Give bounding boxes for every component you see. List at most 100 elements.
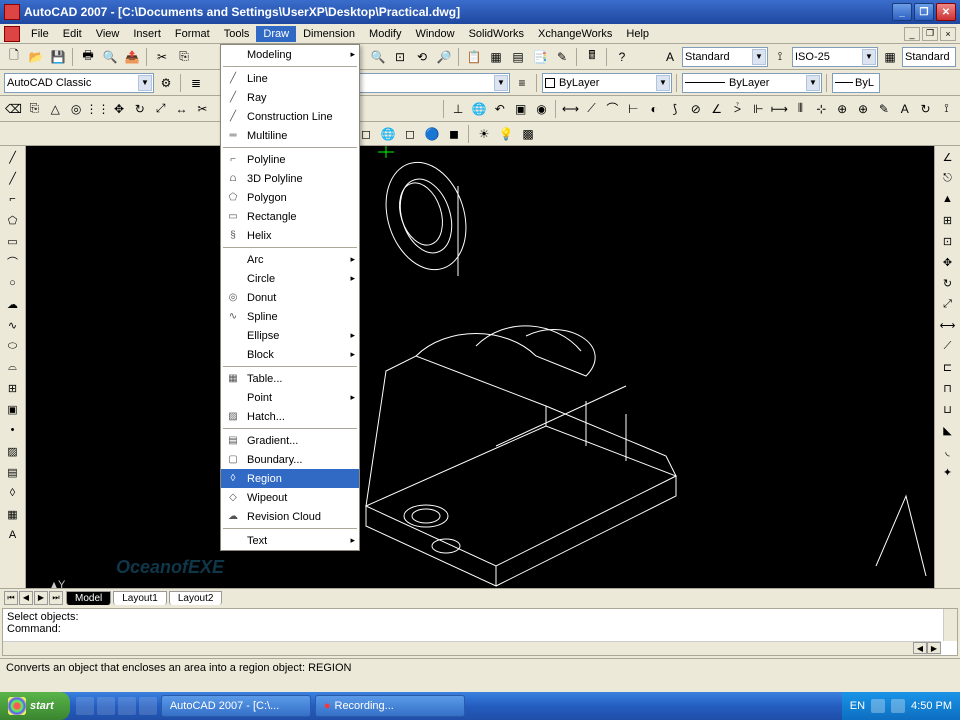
tray-clock[interactable]: 4:50 PM <box>911 700 952 712</box>
menu-xchangeworks[interactable]: XchangeWorks <box>531 26 619 42</box>
mdi-close[interactable]: × <box>940 27 956 41</box>
toolpalettes-icon[interactable]: ▤ <box>508 47 528 67</box>
taskbar-button[interactable]: Recording... <box>315 695 465 717</box>
draw-menu-polyline[interactable]: ⌐Polyline <box>221 150 359 169</box>
draw-menu-point[interactable]: Point <box>221 388 359 407</box>
dim-style-icon[interactable]: ⟟ <box>937 99 956 119</box>
dim-cont-icon[interactable]: ⟼ <box>770 99 789 119</box>
chamfer-r-icon[interactable]: ◣ <box>938 421 958 439</box>
open-icon[interactable]: 📂 <box>26 47 46 67</box>
maximize-button[interactable]: ❐ <box>914 3 934 21</box>
dim-quick-icon[interactable]: ⩼ <box>728 99 747 119</box>
tolerance-icon[interactable]: ⊕ <box>833 99 852 119</box>
dim-ord-icon[interactable]: ⊢ <box>624 99 643 119</box>
command-window[interactable]: Select objects:Command: ◀ ▶ <box>2 608 958 656</box>
ucs-icon[interactable]: ⊥ <box>449 99 468 119</box>
explode-r-icon[interactable]: ✦ <box>938 463 958 481</box>
zoom-previous-icon[interactable]: ⟲ <box>412 47 432 67</box>
cut-icon[interactable]: ✂ <box>152 47 172 67</box>
start-button[interactable]: start <box>0 692 70 720</box>
vs-realistic-icon[interactable]: 🔵 <box>422 124 442 144</box>
mdi-restore[interactable]: ❐ <box>922 27 938 41</box>
zoom-realtime-icon[interactable]: 🔍 <box>368 47 388 67</box>
mirror-r-icon[interactable]: ▲ <box>938 190 958 208</box>
erase-r-icon[interactable]: ∠ <box>938 148 958 166</box>
mtext-icon[interactable]: A <box>3 526 23 544</box>
trim-r-icon[interactable]: ⟋ <box>938 337 958 355</box>
scale-r-icon[interactable]: ⤢ <box>938 295 958 313</box>
scale-icon[interactable]: ⤢ <box>151 99 170 119</box>
draw-menu-multiline[interactable]: ═Multiline <box>221 126 359 145</box>
draw-menu-line[interactable]: ╱Line <box>221 69 359 88</box>
render-icon[interactable]: ☀ <box>474 124 494 144</box>
layer-props-icon[interactable]: ≣ <box>186 73 206 93</box>
draw-menu-gradient-[interactable]: ▤Gradient... <box>221 431 359 450</box>
preview-icon[interactable]: 🔍 <box>100 47 120 67</box>
vs-conceptual-icon[interactable]: ◼ <box>444 124 464 144</box>
ql-media-icon[interactable] <box>118 697 136 715</box>
save-icon[interactable]: 💾 <box>48 47 68 67</box>
erase-icon[interactable]: ⌫ <box>4 99 23 119</box>
menu-solidworks[interactable]: SolidWorks <box>462 26 531 42</box>
workspace-settings-icon[interactable]: ⚙ <box>156 73 176 93</box>
xline-icon[interactable]: ╱ <box>3 169 23 187</box>
draw-menu-arc[interactable]: Arc <box>221 250 359 269</box>
dim-aligned-icon[interactable]: ⟋ <box>582 99 601 119</box>
draw-menu-3d-polyline[interactable]: ⩍3D Polyline <box>221 169 359 188</box>
draw-menu-spline[interactable]: ∿Spline <box>221 307 359 326</box>
layout-tab-layout2[interactable]: Layout2 <box>169 591 223 605</box>
draw-menu-helix[interactable]: §Helix <box>221 226 359 245</box>
centermark-icon[interactable]: ⊕ <box>854 99 873 119</box>
draw-menu-wipeout[interactable]: ◇Wipeout <box>221 488 359 507</box>
cmd-scroll-vertical[interactable] <box>943 609 957 641</box>
dim-rad-icon[interactable]: ◐ <box>645 99 664 119</box>
draw-menu-region[interactable]: ◊Region <box>221 469 359 488</box>
offset-icon[interactable]: ◎ <box>67 99 86 119</box>
rotate-r-icon[interactable]: ↻ <box>938 274 958 292</box>
mdi-minimize[interactable]: _ <box>904 27 920 41</box>
dim-edit-icon[interactable]: ✎ <box>874 99 893 119</box>
tray-lang[interactable]: EN <box>850 700 865 712</box>
lineweight-combo[interactable]: ByLayer▼ <box>682 73 822 93</box>
menu-view[interactable]: View <box>89 26 127 42</box>
layout-tab-layout1[interactable]: Layout1 <box>113 591 167 605</box>
extend-r-icon[interactable]: ⊏ <box>938 358 958 376</box>
move-r-icon[interactable]: ✥ <box>938 253 958 271</box>
dim-arc-icon[interactable]: ⌒ <box>603 99 622 119</box>
cmd-scroll-right[interactable]: ▶ <box>927 642 941 654</box>
textstyle-icon[interactable]: A <box>660 47 680 67</box>
table-icon[interactable]: ▦ <box>3 505 23 523</box>
layer-prev-icon[interactable]: ≡ <box>512 73 532 93</box>
menu-format[interactable]: Format <box>168 26 217 42</box>
dim-update-icon[interactable]: ↻ <box>916 99 935 119</box>
zoom-icon[interactable]: 🔎 <box>434 47 454 67</box>
vs-hidden-icon[interactable]: ◻ <box>400 124 420 144</box>
sheet-icon[interactable]: 📑 <box>530 47 550 67</box>
line-icon[interactable]: ╱ <box>3 148 23 166</box>
point-icon[interactable]: • <box>3 421 23 439</box>
dim-space-icon[interactable]: ⫴ <box>791 99 810 119</box>
copy-icon[interactable]: ⎘ <box>174 47 194 67</box>
workspace-combo[interactable]: AutoCAD Classic▼ <box>4 73 154 93</box>
offset-r-icon[interactable]: ⊞ <box>938 211 958 229</box>
new-icon[interactable]: 🗋 <box>4 47 24 67</box>
designcenter-icon[interactable]: ▦ <box>486 47 506 67</box>
taskbar-button[interactable]: AutoCAD 2007 - [C:\... <box>161 695 311 717</box>
polyline-icon[interactable]: ⌐ <box>3 190 23 208</box>
menu-file[interactable]: File <box>24 26 56 42</box>
region-icon[interactable]: ◊ <box>3 484 23 502</box>
hatch-icon[interactable]: ▨ <box>3 442 23 460</box>
menu-help[interactable]: Help <box>619 26 656 42</box>
gradient-icon[interactable]: ▤ <box>3 463 23 481</box>
plotstyle-combo[interactable]: ByL <box>832 73 880 93</box>
tab-last-button[interactable]: ⏭ <box>49 591 63 605</box>
stretch-icon[interactable]: ↔ <box>172 99 191 119</box>
tray-volume-icon[interactable] <box>871 699 885 713</box>
tray-network-icon[interactable] <box>891 699 905 713</box>
menu-dimension[interactable]: Dimension <box>296 26 362 42</box>
draw-menu-revision-cloud[interactable]: ☁Revision Cloud <box>221 507 359 526</box>
textstyle-combo[interactable]: Standard▼ <box>682 47 768 67</box>
menu-tools[interactable]: Tools <box>217 26 257 42</box>
markup-icon[interactable]: ✎ <box>552 47 572 67</box>
draw-menu-rectangle[interactable]: ▭Rectangle <box>221 207 359 226</box>
